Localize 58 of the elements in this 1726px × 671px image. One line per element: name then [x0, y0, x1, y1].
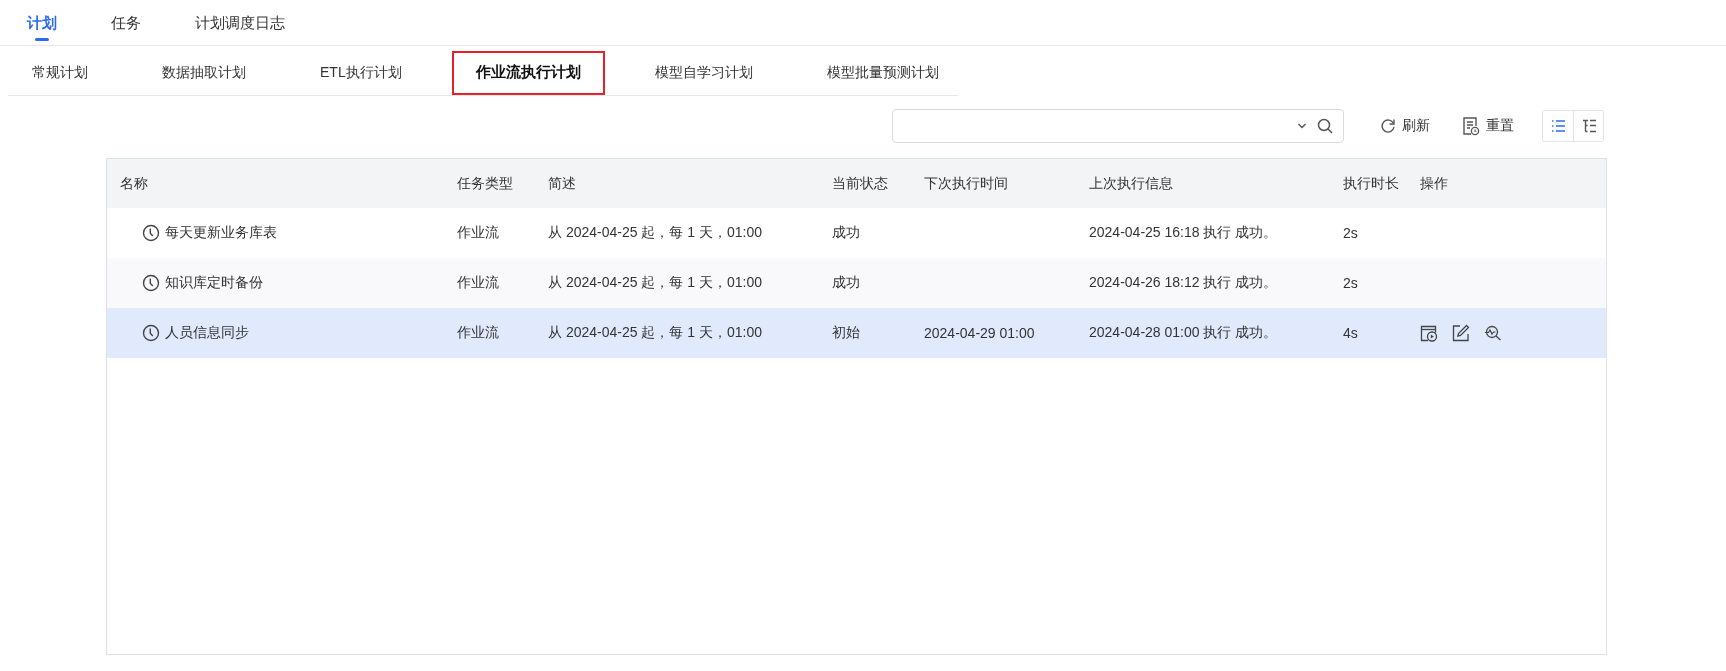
- column-header: 下次执行时间: [924, 174, 1009, 193]
- tree-view-button[interactable]: [1573, 111, 1603, 141]
- tab[interactable]: 任务: [111, 2, 141, 43]
- tab[interactable]: 计划: [27, 2, 57, 43]
- last-run-info: 2024-04-25 16:18 执行 成功。: [1089, 224, 1279, 242]
- last-run-info: 2024-04-28 01:00 执行 成功。: [1089, 324, 1279, 342]
- reset-button[interactable]: 重置: [1460, 112, 1516, 140]
- task-type: 作业流: [457, 324, 500, 342]
- clock-icon: [142, 324, 160, 342]
- column-header: 当前状态: [832, 174, 889, 193]
- column-header: 简述: [548, 174, 577, 193]
- tab[interactable]: 模型批量预测计划: [802, 50, 963, 95]
- run-duration: 4s: [1343, 325, 1359, 341]
- search-icon[interactable]: [1317, 118, 1333, 134]
- column-header: 执行时长: [1343, 174, 1400, 193]
- column-header: 名称: [119, 174, 149, 193]
- list-icon: [1550, 118, 1566, 134]
- caret-icon: [1297, 122, 1307, 130]
- refresh-button[interactable]: 刷新: [1378, 113, 1432, 139]
- status-text: 成功: [832, 274, 861, 292]
- status-text: 初始: [832, 324, 861, 342]
- tab[interactable]: 常规计划: [8, 50, 112, 95]
- last-run-info: 2024-04-26 18:12 执行 成功。: [1089, 274, 1279, 292]
- table-row[interactable]: 每天更新业务库表 作业流 从 2024-04-25 起，每 1 天，01:00 成功 2024-04-25 16:18 执行 成功。 2s: [107, 208, 1606, 258]
- plan-name: 知识库定时备份: [165, 274, 263, 292]
- column-header: 上次执行信息: [1089, 174, 1174, 193]
- inspect-button[interactable]: [1484, 324, 1502, 342]
- tab[interactable]: ETL执行计划: [296, 50, 426, 95]
- column-header: 任务类型: [457, 174, 514, 193]
- schedule-summary: 从 2024-04-25 起，每 1 天，01:00: [548, 324, 763, 342]
- tab[interactable]: 作业流执行计划: [451, 50, 605, 95]
- next-run-time: 2024-04-29 01:00: [924, 325, 1036, 341]
- schedule-summary: 从 2024-04-25 起，每 1 天，01:00: [548, 274, 763, 292]
- task-type: 作业流: [457, 274, 500, 292]
- search-field[interactable]: [892, 109, 1344, 143]
- plan-name: 人员信息同步: [165, 324, 249, 342]
- calendar-play-icon: [1420, 324, 1438, 342]
- edit-button[interactable]: [1452, 324, 1470, 342]
- schedule-summary: 从 2024-04-25 起，每 1 天，01:00: [548, 224, 763, 242]
- tab[interactable]: 模型自学习计划: [630, 50, 777, 95]
- document-clock-icon: [1462, 116, 1480, 136]
- refresh-icon: [1380, 118, 1396, 134]
- clock-icon: [142, 224, 160, 242]
- run-duration: 2s: [1343, 275, 1359, 291]
- task-type: 作业流: [457, 224, 500, 242]
- magnifier-chart-icon: [1484, 324, 1502, 342]
- table-row[interactable]: 知识库定时备份 作业流 从 2024-04-25 起，每 1 天，01:00 成功 2024-04-26 18:12 执行 成功。 2s: [107, 258, 1606, 308]
- run-duration: 2s: [1343, 225, 1359, 241]
- plan-name: 每天更新业务库表: [165, 224, 277, 242]
- column-header: 操作: [1420, 174, 1449, 193]
- tab[interactable]: 数据抽取计划: [138, 50, 270, 95]
- tree-icon: [1580, 118, 1597, 134]
- edit-icon: [1452, 324, 1470, 342]
- table-row[interactable]: 人员信息同步 作业流 从 2024-04-25 起，每 1 天，01:00 初始 2024-04-29 01:00 2024-04-28 01:00 执行 成功。 4s: [107, 308, 1606, 358]
- tab[interactable]: 计划调度日志: [195, 2, 285, 43]
- run-button[interactable]: [1420, 324, 1438, 342]
- status-text: 成功: [832, 224, 861, 242]
- clock-icon: [142, 274, 160, 292]
